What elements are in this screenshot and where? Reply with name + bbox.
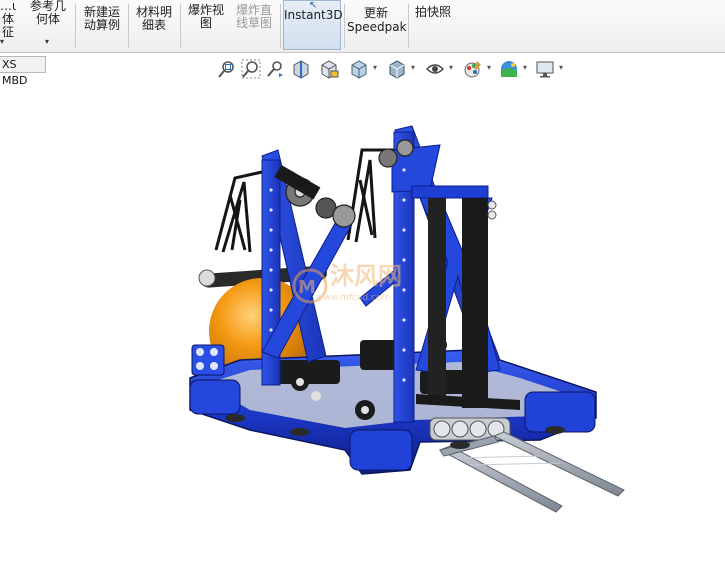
view-orientation-icon[interactable] (349, 59, 369, 79)
instant3d-icon: ↖ (309, 0, 318, 11)
ribbon-separator (180, 4, 181, 48)
chevron-down-icon[interactable]: ▾ (0, 37, 4, 46)
chevron-down-icon[interactable]: ▾ (373, 63, 377, 72)
chevron-down-icon[interactable]: ▾ (411, 63, 415, 72)
zoom-to-area-icon[interactable] (241, 59, 261, 79)
previous-view-icon[interactable] (265, 59, 285, 79)
apply-scene-icon[interactable] (499, 59, 519, 79)
hide-show-items-icon[interactable] (425, 59, 445, 79)
take-snapshot-button[interactable]: 拍快照 (411, 0, 455, 50)
ribbon-separator (75, 4, 76, 48)
tab-mbd[interactable]: XS MBD (0, 56, 46, 87)
chevron-down-icon[interactable]: ▾ (449, 63, 453, 72)
ribbon-separator (344, 4, 345, 48)
view-settings-icon[interactable] (535, 59, 555, 79)
watermark-url: www.mfcad.com (316, 293, 390, 303)
zoom-to-fit-icon[interactable] (217, 59, 237, 79)
chevron-down-icon[interactable]: ▾ (45, 37, 49, 46)
update-speedpak-button[interactable]: 更新 Speedpak (347, 0, 407, 50)
graphics-area[interactable]: M 沐风网 www.mfcad.com (0, 78, 725, 571)
command-manager-ribbon: …ι体 征 参考几 何体 ▾ ▾ 新建运 动算例 材料明 细表 爆炸视 图 爆炸… (0, 0, 725, 53)
watermark-text: 沐风网 (330, 262, 402, 290)
ribbon-separator (280, 4, 281, 48)
display-style-icon[interactable] (387, 59, 407, 79)
chevron-down-icon[interactable]: ▾ (487, 63, 491, 72)
explode-line-sketch-button[interactable]: 爆炸直 线草图 (232, 0, 276, 50)
chevron-down-icon[interactable]: ▾ (523, 63, 527, 72)
chevron-down-icon[interactable]: ▾ (559, 63, 563, 72)
bill-of-materials-button[interactable]: 材料明 细表 (132, 0, 176, 50)
instant3d-button[interactable]: ↖ Instant3D (283, 0, 343, 50)
robot-assembly-model[interactable] (189, 125, 625, 513)
svg-text:M: M (298, 277, 316, 298)
edit-appearance-icon[interactable] (463, 59, 483, 79)
exploded-view-button[interactable]: 爆炸视 图 (184, 0, 228, 50)
ribbon-separator (128, 4, 129, 48)
new-motion-study-button[interactable]: 新建运 动算例 (80, 0, 124, 50)
ribbon-separator (408, 4, 409, 48)
dynamic-annotation-icon[interactable] (319, 59, 339, 79)
section-view-icon[interactable] (291, 59, 311, 79)
